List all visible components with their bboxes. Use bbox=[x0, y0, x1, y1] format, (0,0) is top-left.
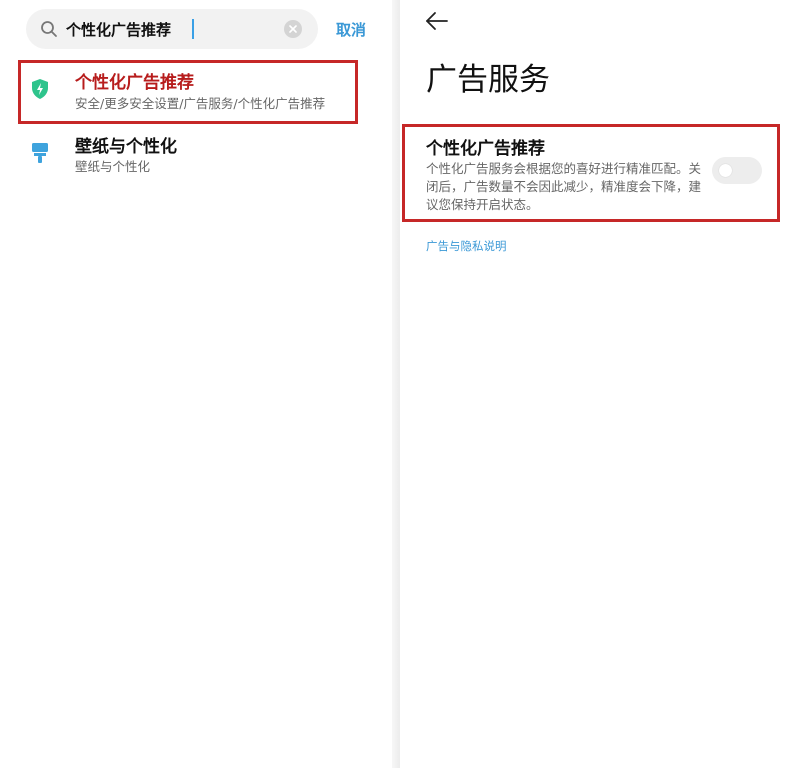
search-bar[interactable] bbox=[26, 9, 318, 49]
setting-title: 个性化广告推荐 bbox=[426, 139, 545, 159]
result-path: 安全/更多安全设置/广告服务/个性化广告推荐 bbox=[75, 96, 326, 111]
search-panel: 取消 个性化广告推荐 安全/更多安全设置/广告服务/个性化广告推荐 壁纸 bbox=[0, 0, 392, 768]
ad-service-panel: 广告服务 个性化广告推荐 个性化广告服务会根据您的喜好进行精准匹配。关闭后，广告… bbox=[400, 0, 790, 768]
page-title: 广告服务 bbox=[426, 62, 550, 98]
screen: 取消 个性化广告推荐 安全/更多安全设置/广告服务/个性化广告推荐 壁纸 bbox=[0, 0, 790, 768]
panel-divider bbox=[392, 0, 400, 768]
text-cursor bbox=[192, 19, 194, 39]
cancel-button[interactable]: 取消 bbox=[336, 18, 376, 40]
toggle-knob bbox=[719, 164, 732, 177]
result-title: 个性化广告推荐 bbox=[75, 73, 194, 93]
result-path: 壁纸与个性化 bbox=[75, 159, 151, 174]
search-icon bbox=[40, 20, 58, 38]
search-input[interactable] bbox=[66, 18, 276, 40]
search-result-wallpaper[interactable]: 壁纸与个性化 壁纸与个性化 bbox=[20, 130, 356, 182]
ad-privacy-link[interactable]: 广告与隐私说明 bbox=[426, 238, 507, 254]
personalized-ads-toggle[interactable] bbox=[712, 157, 762, 184]
setting-row-personalized-ads[interactable]: 个性化广告推荐 个性化广告服务会根据您的喜好进行精准匹配。关闭后，广告数量不会因… bbox=[406, 128, 776, 218]
setting-description: 个性化广告服务会根据您的喜好进行精准匹配。关闭后，广告数量不会因此减少，精准度会… bbox=[426, 161, 702, 212]
shield-icon bbox=[30, 78, 50, 100]
clear-icon[interactable] bbox=[284, 20, 302, 38]
search-result-ad-recommendation[interactable]: 个性化广告推荐 安全/更多安全设置/广告服务/个性化广告推荐 bbox=[20, 62, 356, 124]
result-title: 壁纸与个性化 bbox=[75, 137, 177, 157]
back-arrow-icon[interactable] bbox=[424, 10, 450, 32]
paint-roller-icon bbox=[30, 142, 50, 164]
